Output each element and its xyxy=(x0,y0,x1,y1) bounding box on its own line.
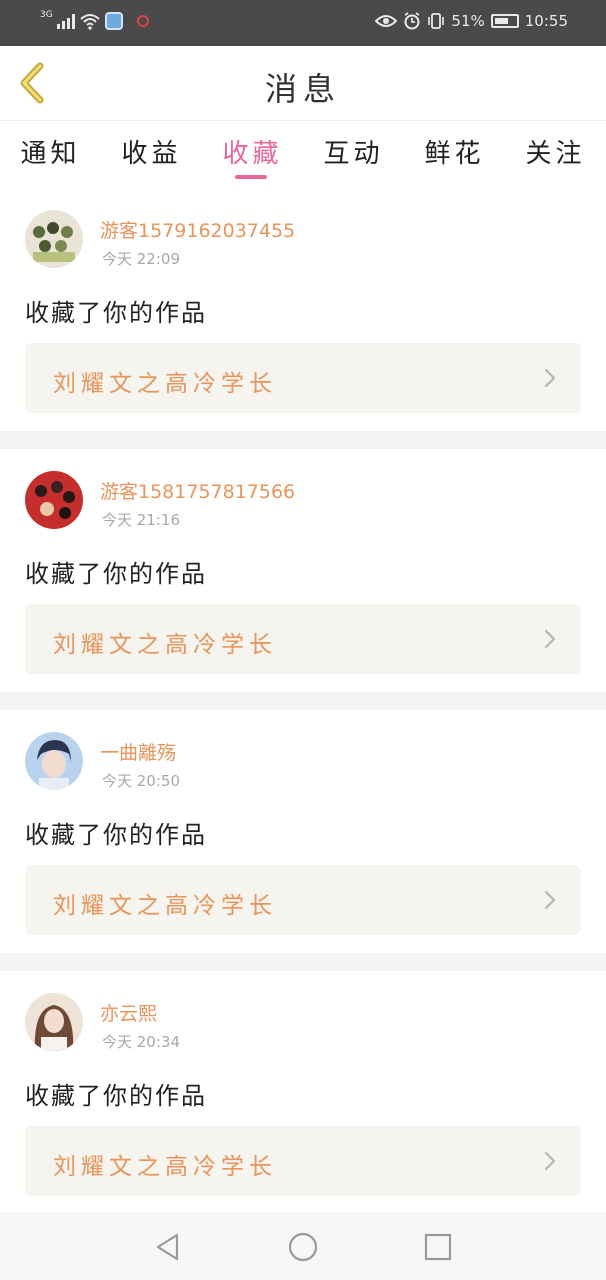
nav-recents-icon[interactable] xyxy=(421,1230,455,1264)
timestamp: 今天 20:34 xyxy=(102,1033,180,1051)
divider xyxy=(0,431,606,449)
username[interactable]: 游客1579162037455 xyxy=(100,216,295,243)
work-card[interactable]: 刘耀文之高冷学长 xyxy=(25,1126,581,1196)
work-card[interactable]: 刘耀文之高冷学长 xyxy=(25,604,581,674)
avatar[interactable] xyxy=(25,471,83,529)
work-title: 刘耀文之高冷学长 xyxy=(53,1154,277,1180)
message-list: 游客1579162037455 今天 22:09 收藏了你的作品 刘耀文之高冷学… xyxy=(0,188,606,1214)
chevron-right-icon xyxy=(544,368,556,388)
signal-icon xyxy=(56,13,75,29)
tab-bar: 通知 收益 收藏 互动 鲜花 关注 xyxy=(0,121,606,183)
tab-earnings[interactable]: 收益 xyxy=(101,121,202,183)
list-item: 游客1581757817566 今天 21:16 收藏了你的作品 刘耀文之高冷学… xyxy=(0,449,606,692)
avatar[interactable] xyxy=(25,210,83,268)
tab-label: 互动 xyxy=(323,139,384,169)
tab-label: 收藏 xyxy=(222,139,283,169)
username[interactable]: 一曲離殇 xyxy=(100,738,176,765)
timestamp: 今天 21:16 xyxy=(102,511,180,529)
system-nav-bar xyxy=(0,1212,606,1280)
status-time: 10:55 xyxy=(524,12,568,30)
app-header: 消息 xyxy=(0,46,606,121)
chevron-right-icon xyxy=(544,890,556,910)
avatar[interactable] xyxy=(25,993,83,1051)
list-item: 游客1579162037455 今天 22:09 收藏了你的作品 刘耀文之高冷学… xyxy=(0,188,606,431)
alarm-icon xyxy=(404,12,420,30)
username[interactable]: 亦云熙 xyxy=(100,999,157,1026)
work-title: 刘耀文之高冷学长 xyxy=(53,371,277,397)
wifi-icon xyxy=(80,14,100,30)
tab-label: 关注 xyxy=(525,139,586,169)
chevron-right-icon xyxy=(544,1151,556,1171)
eye-icon xyxy=(375,15,398,27)
list-item: 亦云熙 今天 20:34 收藏了你的作品 刘耀文之高冷学长 xyxy=(0,971,606,1214)
timestamp: 今天 20:50 xyxy=(102,772,180,790)
work-title: 刘耀文之高冷学长 xyxy=(53,893,277,919)
list-item: 一曲離殇 今天 20:50 收藏了你的作品 刘耀文之高冷学长 xyxy=(0,710,606,953)
action-text: 收藏了你的作品 xyxy=(25,821,207,849)
network-type: 3G xyxy=(40,9,53,20)
timestamp: 今天 22:09 xyxy=(102,250,180,268)
tab-follows[interactable]: 关注 xyxy=(505,121,606,183)
status-left: 3G xyxy=(40,9,149,30)
tab-favorites[interactable]: 收藏 xyxy=(202,121,303,183)
tab-label: 鲜花 xyxy=(424,139,485,169)
tab-label: 收益 xyxy=(121,139,182,169)
status-bar: 3G 51% 10:55 xyxy=(0,0,606,46)
tab-flowers[interactable]: 鲜花 xyxy=(404,121,505,183)
nav-back-icon[interactable] xyxy=(151,1230,185,1264)
divider xyxy=(0,953,606,971)
action-text: 收藏了你的作品 xyxy=(25,560,207,588)
work-title: 刘耀文之高冷学长 xyxy=(53,632,277,658)
work-card[interactable]: 刘耀文之高冷学长 xyxy=(25,343,581,413)
page-title: 消息 xyxy=(264,70,341,108)
work-card[interactable]: 刘耀文之高冷学长 xyxy=(25,865,581,935)
action-text: 收藏了你的作品 xyxy=(25,1082,207,1110)
username[interactable]: 游客1581757817566 xyxy=(100,477,295,504)
tab-label: 通知 xyxy=(20,139,81,169)
action-text: 收藏了你的作品 xyxy=(25,299,207,327)
nav-home-icon[interactable] xyxy=(286,1230,320,1264)
tab-interactions[interactable]: 互动 xyxy=(303,121,404,183)
status-right: 51% 10:55 xyxy=(375,12,568,30)
battery-percent: 51% xyxy=(451,12,485,30)
avatar[interactable] xyxy=(25,732,83,790)
active-tab-indicator xyxy=(234,175,267,179)
divider xyxy=(0,692,606,710)
tab-notifications[interactable]: 通知 xyxy=(0,121,101,183)
record-icon xyxy=(136,15,149,27)
app-icon xyxy=(104,12,123,30)
chevron-right-icon xyxy=(544,629,556,649)
vibrate-icon xyxy=(428,13,445,29)
battery-icon xyxy=(490,14,519,28)
